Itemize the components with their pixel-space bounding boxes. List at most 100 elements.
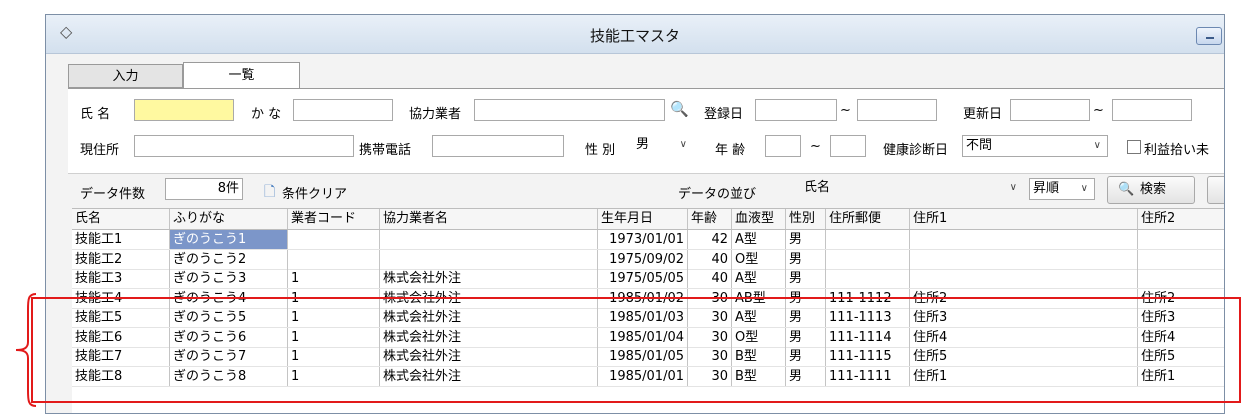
cell-address2[interactable] [1138,230,1224,249]
cell-age[interactable]: 40 [688,249,732,269]
chevron-down-icon: ∨ [1093,140,1101,151]
header-address2[interactable]: 住所2 [1138,209,1224,229]
cell-postal[interactable] [826,269,910,288]
cell-gender[interactable]: 男 [786,269,826,288]
cell-vendor-code[interactable] [288,230,380,249]
age-from[interactable] [765,135,801,157]
address-label: 現住所 [80,143,120,158]
header-name[interactable]: 氏名 [72,209,170,229]
reg-date-tilde: ~ [840,103,851,118]
cell-postal[interactable] [826,230,910,249]
cell-age[interactable]: 42 [688,230,732,249]
age-label: 年 齢 [715,143,746,158]
health-select[interactable]: 不問 ∨ [962,135,1108,157]
header-address1[interactable]: 住所1 [910,209,1138,229]
upd-date-label: 更新日 [963,107,1003,122]
cell-age[interactable]: 40 [688,269,732,288]
upd-date-tilde: ~ [1093,103,1104,118]
upd-date-from[interactable] [1010,99,1090,121]
upd-date-to[interactable] [1112,99,1192,121]
header-age[interactable]: 年齢 [688,209,732,229]
count-value: 8件 [165,178,243,200]
search-panel: 氏 名 か な 協力業者 🔍 登録日 ~ 更新日 ~ 現住所 携帯電話 性 別 … [68,88,1224,174]
cell-name[interactable]: 技能工2 [72,249,170,269]
cell-address1[interactable] [910,249,1138,269]
header-vendor-code[interactable]: 業者コード [288,209,380,229]
cell-blood-type[interactable]: A型 [732,269,786,288]
partner-input[interactable] [474,99,665,121]
chevron-down-icon: ∨ [679,139,687,150]
cell-vendor-name[interactable] [380,249,598,269]
cell-name[interactable]: 技能工1 [72,230,170,249]
header-birthdate[interactable]: 生年月日 [598,209,688,229]
reg-date-from[interactable] [755,99,837,121]
gender-value: 男 [636,137,650,152]
minimize-button[interactable] [1196,27,1222,45]
search-button[interactable]: 🔍 検索 [1107,176,1195,204]
cell-blood-type[interactable]: A型 [732,230,786,249]
health-label: 健康診断日 [883,143,949,158]
title-bar: ◇ 技能工マスタ [46,15,1224,54]
header-vendor-name[interactable]: 協力業者名 [380,209,598,229]
gender-select[interactable]: 男 ∨ [633,135,693,157]
cell-address1[interactable] [910,230,1138,249]
search-icon: 🔍 [1118,182,1135,197]
sort-label: データの並び [678,187,757,202]
tab-list[interactable]: 一覧 [183,62,300,89]
cell-furigana[interactable]: ぎのうこう1 [170,230,288,249]
health-value: 不問 [966,138,993,153]
age-to[interactable] [830,135,866,157]
chevron-down-icon: ∨ [1009,182,1017,193]
mobile-input[interactable] [432,135,564,157]
cell-address2[interactable] [1138,250,1224,269]
sort-select[interactable]: 氏名 ∨ [801,178,1025,200]
kana-input[interactable] [293,99,393,121]
profit-checkbox[interactable] [1127,140,1141,154]
cell-furigana[interactable]: ぎのうこう3 [170,269,288,288]
clear-conditions-button[interactable]: 条件クリア [282,183,347,202]
window-title: 技能工マスタ [589,27,680,45]
cell-vendor-name[interactable]: 株式会社外注 [380,269,598,288]
highlight-box [31,297,1241,403]
cell-name[interactable]: 技能工3 [72,269,170,288]
header-postal[interactable]: 住所郵便 [826,209,910,229]
cell-birthdate[interactable]: 1973/01/01 [598,230,688,249]
cell-furigana[interactable]: ぎのうこう2 [170,249,288,269]
tab-input[interactable]: 入力 [68,64,183,88]
count-label: データ件数 [80,187,146,202]
table-row[interactable]: 技能工2 ぎのうこう2 1975/09/02 40 O型男 [72,249,1224,270]
chevron-down-icon: ∨ [1080,183,1088,194]
cell-birthdate[interactable]: 1975/05/05 [598,269,688,288]
extra-button[interactable] [1207,176,1224,204]
document-icon[interactable]: 🗋 [264,181,275,205]
address-input[interactable] [134,135,354,157]
order-select[interactable]: 昇順 ∨ [1029,178,1095,200]
search-button-label: 検索 [1140,182,1167,197]
cell-postal[interactable] [826,249,910,269]
sort-value: 氏名 [804,180,831,195]
table-row[interactable]: 技能工1 ぎのうこう1 1973/01/01 42 A型男 [72,230,1224,250]
header-furigana[interactable]: ふりがな [170,209,288,229]
reg-date-to[interactable] [857,99,937,121]
cell-gender[interactable]: 男 [786,249,826,269]
toolbar: データ件数 8件 🗋 条件クリア データの並び 氏名 ∨ 昇順 ∨ 🔍 検索 [68,173,1224,208]
table-row[interactable]: 技能工3 ぎのうこう3 1 株式会社外注 1975/05/05 40 A型男 [72,269,1224,289]
kana-label: か な [251,107,282,122]
partner-search-icon[interactable]: 🔍 [670,100,689,118]
cell-vendor-code[interactable] [288,249,380,269]
cell-address2[interactable] [1138,269,1224,288]
gender-label: 性 別 [585,143,616,158]
cell-vendor-code[interactable]: 1 [288,269,380,288]
name-input[interactable] [134,99,234,121]
header-gender[interactable]: 性別 [786,209,826,229]
age-tilde: ~ [810,139,821,154]
cell-address1[interactable] [910,269,1138,288]
brace-icon [15,293,37,407]
cell-gender[interactable]: 男 [786,230,826,249]
cell-blood-type[interactable]: O型 [732,249,786,269]
profit-label: 利益拾い未 [1144,143,1210,158]
header-blood-type[interactable]: 血液型 [732,209,786,229]
cell-birthdate[interactable]: 1975/09/02 [598,249,688,269]
partner-label: 協力業者 [409,107,462,122]
cell-vendor-name[interactable] [380,230,598,249]
